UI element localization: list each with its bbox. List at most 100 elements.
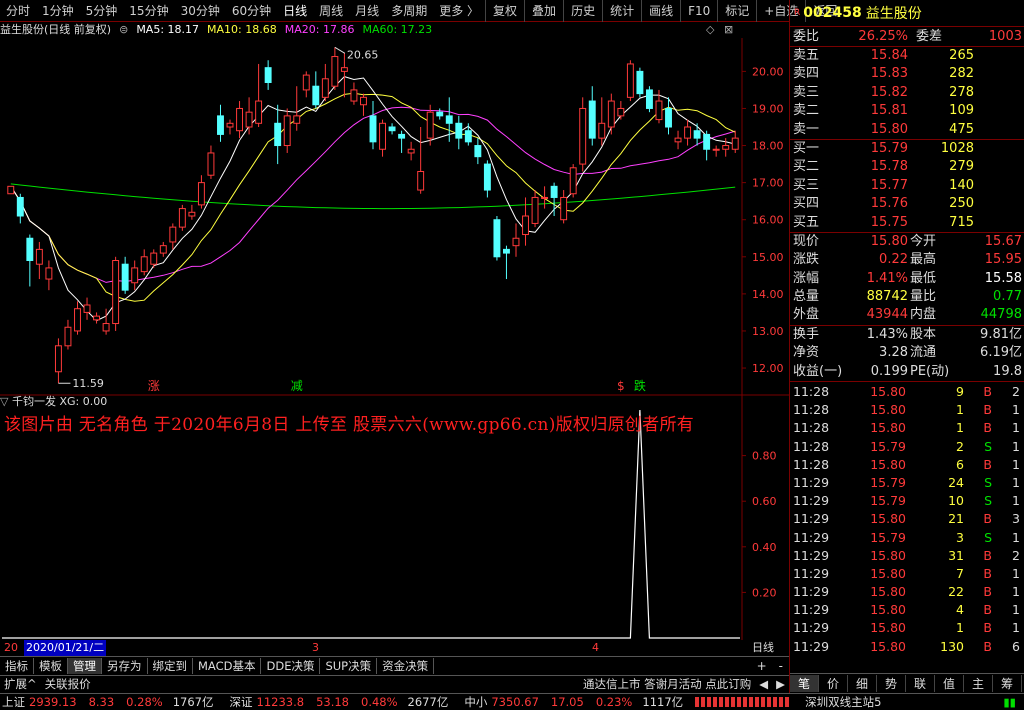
candle-body[interactable] <box>455 122 463 139</box>
settings-icon[interactable]: ⊜ <box>119 22 128 38</box>
period-tab-9[interactable]: 多周期 <box>385 0 433 22</box>
candle-body[interactable] <box>197 182 205 206</box>
period-tab-4[interactable]: 30分钟 <box>175 0 226 22</box>
close-icon[interactable]: ⊠ <box>724 22 733 38</box>
toolbar-action-5[interactable]: F10 <box>680 0 717 22</box>
candle-body[interactable] <box>7 185 15 195</box>
candle-body[interactable] <box>274 122 282 147</box>
scroll-right-icon[interactable]: ▶ <box>772 677 789 691</box>
indicator-tab-4[interactable]: 绑定到 <box>148 657 193 674</box>
indicator-tab-6[interactable]: DDE决策 <box>261 657 321 674</box>
indicator-tab-5[interactable]: MACD基本 <box>193 657 262 674</box>
candle-body[interactable] <box>207 152 215 176</box>
candle-body[interactable] <box>445 115 453 124</box>
kline-chart[interactable]: 12.00 13.00 14.00 15.00 16.00 17.00 18.00 19.00… <box>0 38 789 640</box>
candle-body[interactable] <box>474 145 482 158</box>
candle-body[interactable] <box>522 215 529 236</box>
diamond-icon[interactable]: ◇ <box>706 22 714 38</box>
candle-body[interactable] <box>436 111 444 117</box>
candle-body[interactable] <box>35 248 43 265</box>
candle-body[interactable] <box>665 107 672 128</box>
candle-body[interactable] <box>731 137 739 150</box>
candle-body[interactable] <box>693 130 701 139</box>
candle-body[interactable] <box>636 70 644 95</box>
candle-body[interactable] <box>464 130 472 143</box>
candle-body[interactable] <box>340 67 348 72</box>
expand-button[interactable]: 扩展^ <box>0 676 41 692</box>
candle-body[interactable] <box>502 248 510 254</box>
candle-body[interactable] <box>302 74 310 91</box>
candle-body[interactable] <box>417 171 425 191</box>
candle-body[interactable] <box>264 67 272 83</box>
candle-body[interactable] <box>483 163 491 191</box>
candle-body[interactable] <box>74 308 81 332</box>
candle-body[interactable] <box>102 323 110 332</box>
candle-body[interactable] <box>331 56 339 87</box>
tick-list[interactable]: 11:28 15.80 9 B 2 11:28 15.80 1 B 1 11:28 15.80 1 B 1 1… <box>790 381 1024 656</box>
candle-body[interactable] <box>236 107 244 132</box>
candle-body[interactable] <box>674 137 682 143</box>
quote-tab-0[interactable]: 笔 <box>790 675 819 692</box>
candle-body[interactable] <box>131 267 139 284</box>
candle-body[interactable] <box>512 237 520 247</box>
candle-body[interactable] <box>398 133 406 139</box>
candle-body[interactable] <box>426 111 434 139</box>
candle-body[interactable] <box>312 85 320 106</box>
arrow-icon[interactable]: ▽ <box>0 395 8 408</box>
add-icon[interactable]: + <box>751 659 773 673</box>
candle-body[interactable] <box>541 196 549 199</box>
candle-body[interactable] <box>645 89 653 109</box>
period-tab-3[interactable]: 15分钟 <box>123 0 174 22</box>
indicator-tab-7[interactable]: SUP决策 <box>320 657 378 674</box>
candle-body[interactable] <box>121 263 129 291</box>
candle-body[interactable] <box>550 185 558 198</box>
candle-body[interactable] <box>45 267 53 280</box>
period-tab-8[interactable]: 月线 <box>349 0 385 22</box>
candle-body[interactable] <box>379 122 386 150</box>
candle-body[interactable] <box>569 167 577 195</box>
candle-body[interactable] <box>64 326 72 347</box>
quote-tab-3[interactable]: 势 <box>877 675 906 692</box>
candle-body[interactable] <box>83 304 91 313</box>
indicator-tab-1[interactable]: 模板 <box>34 657 68 674</box>
toolbar-action-1[interactable]: 叠加 <box>524 0 563 22</box>
candle-body[interactable] <box>245 111 253 128</box>
candle-body[interactable] <box>54 345 62 373</box>
minus-icon[interactable]: - <box>773 659 789 673</box>
candle-body[interactable] <box>188 211 196 217</box>
toolbar-action-4[interactable]: 画线 <box>641 0 680 22</box>
quote-tab-4[interactable]: 联 <box>906 675 935 692</box>
candle-body[interactable] <box>388 126 396 132</box>
period-tab-10[interactable]: 更多 〉 <box>433 0 485 22</box>
candle-body[interactable] <box>283 115 291 147</box>
period-tab-0[interactable]: 分时 <box>0 0 36 22</box>
toolbar-action-3[interactable]: 统计 <box>602 0 641 22</box>
candle-body[interactable] <box>226 122 234 128</box>
candle-body[interactable] <box>217 115 224 135</box>
candle-body[interactable] <box>617 107 625 117</box>
candle-body[interactable] <box>369 115 377 143</box>
period-tab-6[interactable]: 日线 <box>277 0 313 22</box>
indicator-tab-8[interactable]: 资金决策 <box>377 657 435 674</box>
candle-body[interactable] <box>722 145 730 150</box>
period-tab-2[interactable]: 5分钟 <box>80 0 124 22</box>
quote-tab-1[interactable]: 价 <box>819 675 848 692</box>
candle-body[interactable] <box>178 208 186 228</box>
candle-body[interactable] <box>169 226 177 243</box>
quote-tab-7[interactable]: 筹 <box>993 675 1022 692</box>
candle-body[interactable] <box>655 100 663 121</box>
toolbar-action-2[interactable]: 历史 <box>563 0 602 22</box>
candle-body[interactable] <box>626 63 634 98</box>
candle-body[interactable] <box>531 196 539 224</box>
candle-body[interactable] <box>703 133 711 150</box>
indicator-tab-2[interactable]: 管理 <box>68 657 102 674</box>
toolbar-action-0[interactable]: 复权 <box>485 0 524 22</box>
candle-body[interactable] <box>140 256 148 273</box>
candle-body[interactable] <box>588 100 596 139</box>
candle-body[interactable] <box>93 315 101 321</box>
candle-body[interactable] <box>360 96 367 106</box>
candle-body[interactable] <box>684 126 692 139</box>
candle-body[interactable] <box>493 219 501 258</box>
candle-body[interactable] <box>255 100 263 124</box>
candle-body[interactable] <box>16 196 24 217</box>
